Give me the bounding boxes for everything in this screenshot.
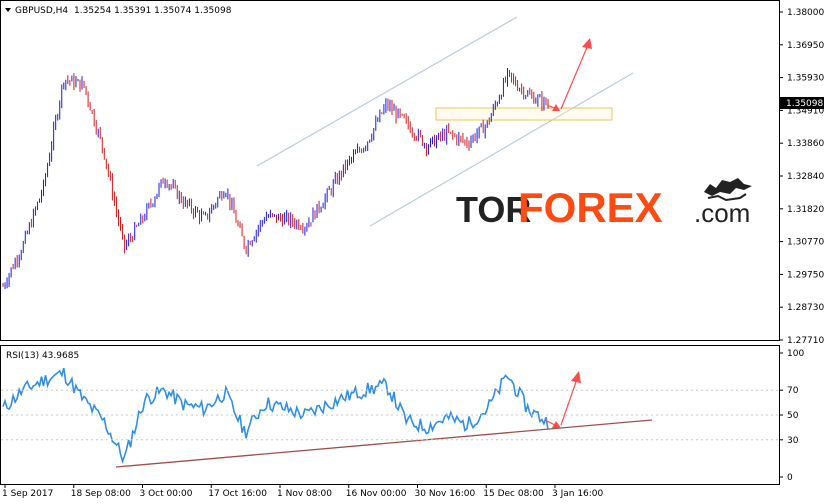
time-axis: 1 Sep 2017 18 Sep 08:00 3 Oct 00:00 17 Oct …: [2, 484, 604, 499]
price-tick-label: 1.27710: [787, 336, 824, 346]
price-tick-label: 1.29750: [787, 270, 824, 280]
chart-window: TOR FOREX .com 1.380001.369501.359301.34…: [0, 0, 824, 499]
current-price-value: 1.35098: [786, 99, 823, 109]
price-tick-label: 1.28730: [787, 303, 824, 313]
rsi-tick-label: 0: [787, 473, 793, 483]
rsi-tick-label: 30: [787, 436, 799, 446]
support-zone: [435, 107, 613, 121]
brand-forex-text: FOREX: [518, 184, 663, 231]
price-tick-label: 1.31820: [787, 205, 824, 215]
time-tick-label: 1 Sep 2017: [2, 489, 53, 499]
time-tick-label: 18 Sep 08:00: [71, 489, 131, 499]
price-tick-label: 1.36950: [787, 41, 824, 51]
rsi-tick-label: 70: [787, 386, 799, 396]
time-tick-label: 1 Nov 08:00: [277, 489, 332, 499]
rsi-label: RSI(13) 43.9685: [6, 351, 79, 361]
price-tick-label: 1.30770: [787, 238, 824, 248]
price-axis: 1.380001.369501.359301.349101.338601.328…: [779, 8, 824, 346]
time-tick-label: 3 Oct 00:00: [140, 489, 193, 499]
rsi-tick-label: 100: [787, 349, 804, 359]
price-panel: [0, 0, 780, 341]
price-tick-label: 1.33860: [787, 139, 824, 149]
price-tick-label: 1.35930: [787, 74, 824, 84]
quote-values: 1.35254 1.35391 1.35074 1.35098: [74, 6, 232, 16]
rsi-tick-label: 50: [787, 411, 799, 421]
current-price-tag: 1.35098: [780, 97, 824, 109]
chart-header: GBPUSD,H4 1.35254 1.35391 1.35074 1.3509…: [5, 6, 232, 16]
price-tick-label: 1.32840: [787, 172, 824, 182]
time-tick-label: 16 Nov 00:00: [346, 489, 407, 499]
brand-com-text: .com: [694, 198, 750, 228]
time-tick-label: 30 Nov 16:00: [415, 489, 476, 499]
time-tick-label: 3 Jan 16:00: [552, 489, 604, 499]
time-tick-label: 15 Dec 08:00: [483, 489, 544, 499]
price-tick-label: 1.38000: [787, 8, 824, 18]
symbol-label: GBPUSD,H4: [15, 6, 68, 16]
time-tick-label: 17 Oct 16:00: [208, 489, 267, 499]
